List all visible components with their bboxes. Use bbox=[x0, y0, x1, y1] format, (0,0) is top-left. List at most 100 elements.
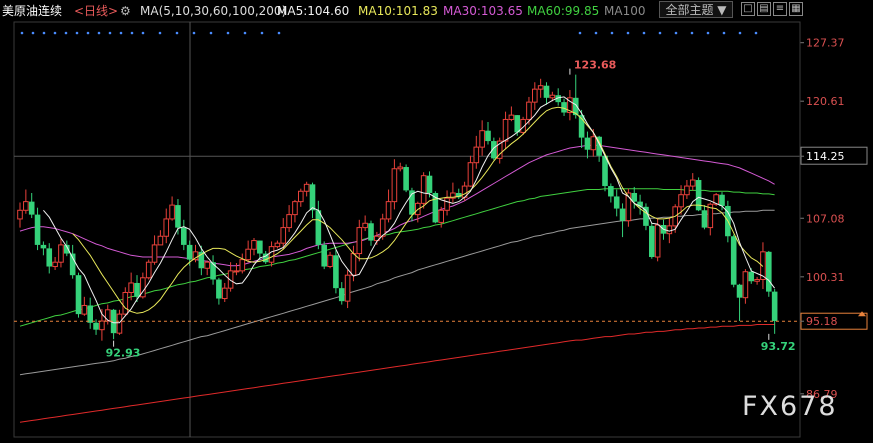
dot-marker bbox=[658, 31, 662, 35]
candle-body bbox=[52, 261, 58, 268]
candle-body bbox=[245, 248, 251, 261]
candle-body bbox=[368, 223, 374, 241]
candle bbox=[216, 277, 222, 305]
candle-body bbox=[99, 320, 105, 331]
candle bbox=[555, 88, 561, 106]
candle-body bbox=[239, 259, 246, 272]
candle bbox=[58, 238, 64, 268]
dot-marker bbox=[130, 31, 134, 35]
candle-body bbox=[298, 190, 304, 203]
candle-body bbox=[303, 183, 310, 192]
candle bbox=[771, 289, 778, 334]
candle bbox=[204, 260, 210, 276]
candle-body bbox=[268, 246, 275, 263]
candle-body bbox=[479, 130, 485, 148]
candle-body bbox=[286, 214, 292, 229]
candle-body bbox=[485, 130, 491, 142]
candle-body bbox=[438, 209, 444, 223]
candle-body bbox=[128, 282, 134, 293]
y-tick-label: 107.08 bbox=[806, 212, 845, 225]
candle-body bbox=[134, 282, 140, 297]
candle bbox=[210, 255, 216, 285]
candle bbox=[444, 190, 450, 216]
dot-marker bbox=[277, 31, 281, 35]
candle bbox=[701, 205, 708, 230]
candle bbox=[245, 240, 251, 263]
candle bbox=[75, 272, 82, 318]
candle bbox=[403, 164, 409, 193]
candle-body bbox=[344, 274, 351, 302]
candle-body bbox=[362, 222, 368, 229]
candle bbox=[268, 241, 275, 267]
candle bbox=[695, 177, 702, 212]
candle bbox=[608, 183, 614, 203]
candle-body bbox=[701, 210, 708, 228]
dot-marker bbox=[722, 31, 726, 35]
candle-body bbox=[75, 275, 82, 315]
candle-body bbox=[619, 208, 626, 221]
candle bbox=[17, 202, 23, 228]
candle bbox=[684, 180, 690, 200]
candle-body bbox=[584, 137, 591, 150]
candle-body bbox=[280, 227, 287, 244]
candle-body bbox=[608, 186, 614, 197]
dot-marker bbox=[108, 31, 112, 35]
candle bbox=[40, 241, 47, 256]
candle bbox=[110, 308, 117, 340]
dot-marker bbox=[192, 31, 196, 35]
candle-body bbox=[46, 248, 53, 267]
candle-body bbox=[321, 244, 327, 267]
dot-marker bbox=[119, 31, 123, 35]
dot-marker bbox=[594, 31, 598, 35]
candle bbox=[689, 173, 696, 191]
candle bbox=[181, 219, 187, 251]
candle-body bbox=[23, 201, 29, 211]
candle bbox=[134, 275, 140, 303]
candle bbox=[397, 162, 404, 172]
dot-marker bbox=[754, 31, 758, 35]
candle bbox=[736, 283, 743, 322]
ma200-line bbox=[19, 324, 775, 423]
candle-body bbox=[742, 271, 749, 299]
price-annotation: 93.72 bbox=[761, 333, 796, 353]
candle-body bbox=[163, 218, 170, 237]
candle-body bbox=[216, 279, 222, 299]
candle bbox=[23, 189, 29, 214]
candle-body bbox=[526, 101, 532, 120]
watermark-logo: FX678 bbox=[742, 391, 838, 422]
candle bbox=[496, 137, 503, 164]
candle bbox=[333, 250, 339, 294]
candle bbox=[157, 230, 164, 246]
candle-body bbox=[508, 114, 515, 120]
candle-body bbox=[754, 279, 760, 282]
candle-body bbox=[467, 162, 474, 187]
dot-marker bbox=[141, 31, 145, 35]
candle bbox=[169, 196, 175, 221]
price-chart[interactable]: 123.68 92.93 93.72 127.37 120.61 114.25 107.08… bbox=[0, 0, 873, 443]
dot-marker bbox=[209, 31, 213, 35]
y-tick-label: 120.61 bbox=[806, 95, 845, 108]
candle bbox=[327, 251, 333, 269]
candle-body bbox=[210, 262, 216, 280]
candle-body bbox=[309, 184, 316, 211]
candle bbox=[344, 269, 351, 309]
candle-body bbox=[169, 204, 175, 220]
candle bbox=[491, 137, 497, 161]
candle-body bbox=[678, 194, 684, 208]
candle-body bbox=[315, 210, 322, 245]
plot-frame bbox=[13, 21, 801, 438]
candle bbox=[485, 122, 491, 145]
candle bbox=[742, 269, 749, 304]
candle bbox=[479, 120, 485, 156]
dot-marker bbox=[642, 31, 646, 35]
annotation-label: 93.72 bbox=[761, 340, 796, 353]
candle bbox=[239, 253, 246, 274]
y-tick-label: 95.18 bbox=[806, 315, 838, 328]
candle bbox=[643, 203, 649, 231]
candle-body bbox=[34, 214, 41, 245]
candle bbox=[163, 208, 170, 244]
candle-body bbox=[221, 287, 228, 300]
candle bbox=[303, 181, 310, 197]
candle bbox=[766, 250, 772, 297]
candle bbox=[467, 155, 474, 187]
